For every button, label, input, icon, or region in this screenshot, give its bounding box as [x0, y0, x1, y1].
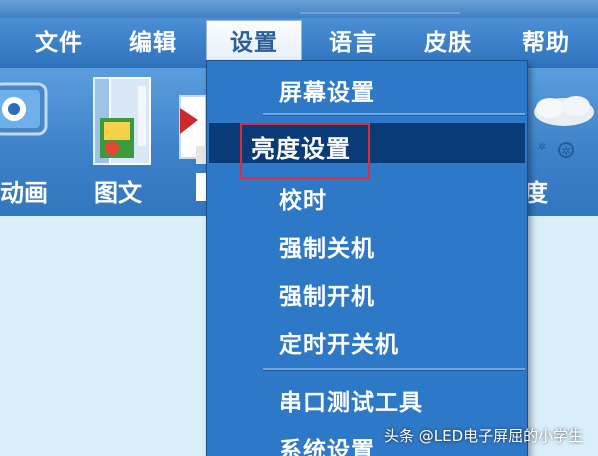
image-text-icon[interactable] — [88, 72, 160, 172]
weather-icon[interactable]: ✲ ✲ — [528, 94, 598, 168]
svg-text:✲: ✲ — [561, 144, 571, 158]
svg-text:✲: ✲ — [538, 142, 546, 153]
menu-item-scheduled-power[interactable]: 定时开关机 — [279, 325, 399, 359]
text-tool-icon[interactable] — [172, 90, 208, 170]
menu-separator — [263, 368, 525, 371]
title-strip — [0, 0, 598, 18]
highlight-callout-box — [240, 123, 370, 179]
menu-item-force-startup[interactable]: 强制开机 — [279, 277, 375, 311]
menu-item-time-sync[interactable]: 校时 — [279, 181, 327, 215]
toolbar-image-text-label[interactable]: 图文 — [94, 173, 142, 208]
settings-dropdown: 屏幕设置 亮度设置 校时 强制关机 强制开机 定时开关机 串口测试工具 系统设置 — [206, 60, 528, 456]
menu-item-serial-test-tool[interactable]: 串口测试工具 — [279, 383, 423, 417]
menu-item-system-settings[interactable]: 系统设置 — [279, 431, 375, 456]
title-strip-decoration — [300, 0, 460, 14]
menu-edit[interactable]: 编辑 — [112, 18, 194, 68]
toolbar-partial-label — [196, 173, 206, 201]
toolbar-animation-label[interactable]: 动画 — [0, 173, 48, 208]
menu-item-screen-settings[interactable]: 屏幕设置 — [279, 73, 375, 107]
menu-item-force-shutdown[interactable]: 强制关机 — [279, 229, 375, 263]
menu-file[interactable]: 文件 — [18, 18, 100, 68]
animation-icon[interactable] — [0, 80, 50, 148]
watermark-text: 头条 @LED电子屏屈的小学生 — [384, 427, 584, 445]
menu-separator — [263, 113, 525, 116]
